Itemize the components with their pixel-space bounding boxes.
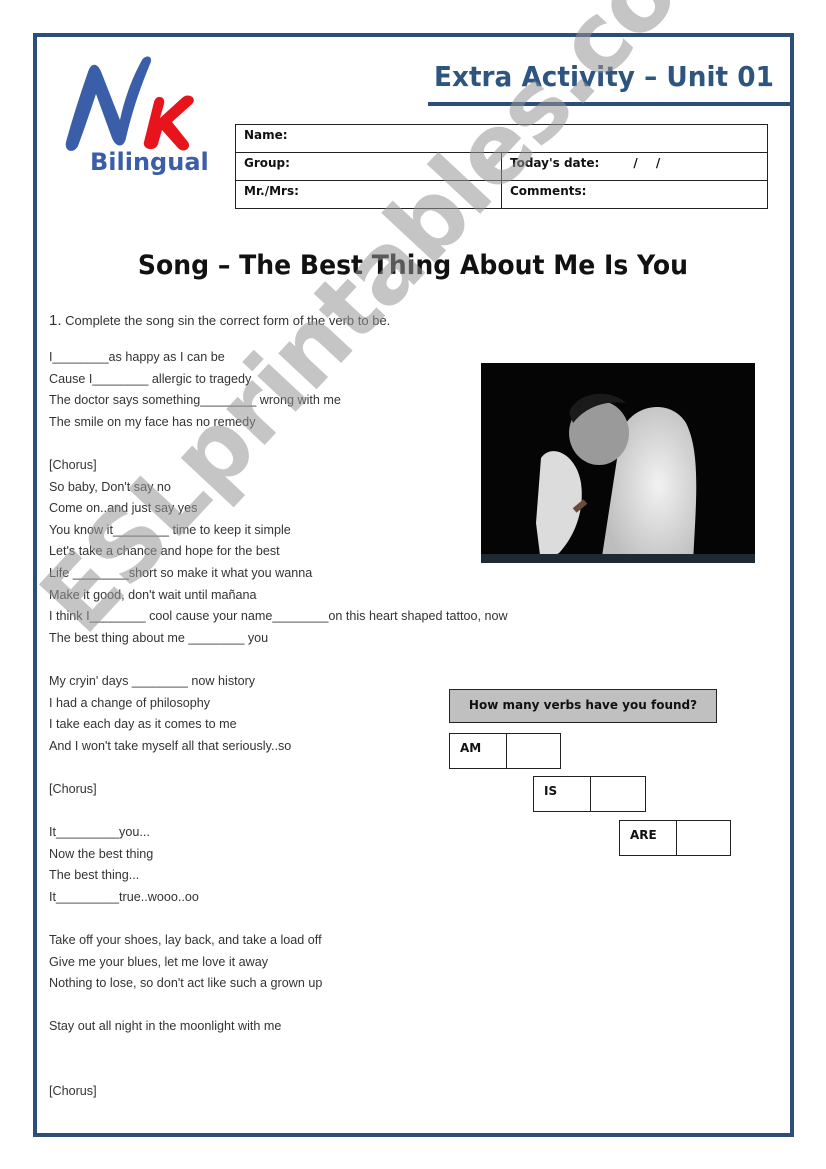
singer-photo [481,363,755,563]
comments-label: Comments: [510,184,587,198]
lyric-line: It_________true..wooo..oo [49,889,199,904]
verb-count-input[interactable] [591,777,645,811]
lyric-line: I had a change of philosophy [49,695,211,710]
date-field[interactable]: Today's date: / / [501,152,768,181]
lyric-line [49,757,508,779]
lyric-line: It_________you... [49,825,150,840]
lyric-line [49,995,508,1017]
photo-illustration [536,393,697,563]
comments-field[interactable]: Comments: [501,180,768,209]
verbs-count-question: How many verbs have you found? [449,689,717,723]
group-field[interactable]: Group: [235,152,502,181]
logo-letter-n [65,56,152,151]
lyric-line: Cause I________ allergic to tragedy [49,371,252,386]
lyric-line [49,1060,508,1082]
table-row: Name: [235,124,768,153]
lyric-line: [Chorus] [49,1084,97,1099]
lyric-line [49,433,508,455]
lyric-line [49,1038,508,1060]
logo-graphic: Bilingual [65,56,209,176]
lyric-line: Stay out all night in the moonlight with… [49,1019,282,1034]
lyric-line: Make it good, don't wait until mañana [49,587,257,602]
lyric-line: [Chorus] [49,457,97,472]
verb-count-are: ARE [619,820,731,856]
verb-count-input[interactable] [507,734,560,768]
date-value: / / [633,156,661,170]
lyric-line [49,649,508,671]
lyric-line: And I won't take myself all that serious… [49,738,292,753]
lyric-line: My cryin' days ________ now history [49,673,256,688]
lyric-line: The smile on my face has no remedy [49,414,256,429]
nk-bilingual-logo: Bilingual [58,50,209,180]
lyric-line: The best thing... [49,868,140,883]
verb-count-is: IS [533,776,646,812]
song-title: Song – The Best Thing About Me Is You [137,250,689,281]
lyric-line: You know it________ time to keep it simp… [49,522,291,537]
exercise-instruction: 1. Complete the song sin the correct for… [49,312,390,329]
teacher-label: Mr./Mrs: [244,184,299,198]
lyric-line: Now the best thing [49,846,154,861]
lyric-line: I think I________ cool cause your name__… [49,609,508,624]
verb-label: IS [534,777,591,811]
photo-bottom-strip [481,554,755,563]
teacher-field[interactable]: Mr./Mrs: [235,180,502,209]
lyric-line: The doctor says something________ wrong … [49,393,341,408]
lyric-line: I________as happy as I can be [49,350,225,364]
student-info-table: Name: Group: Today's date: / / Mr./Mrs: C… [235,124,768,209]
table-row: Group: Today's date: / / [235,152,768,181]
name-label: Name: [244,128,288,142]
lyric-line: [Chorus] [49,781,97,796]
lyric-line [49,908,508,930]
logo-subtitle: Bilingual [90,148,208,176]
title-underline [428,102,790,106]
verb-label: AM [450,734,507,768]
lyric-line: So baby, Don't say no [49,479,171,494]
verb-count-input[interactable] [677,821,730,855]
group-label: Group: [244,156,290,170]
lyric-line: The best thing about me ________ you [49,630,269,645]
date-label: Today's date: [510,156,600,170]
lyric-line [49,800,508,822]
lyric-line: I take each day as it comes to me [49,717,237,732]
name-field[interactable]: Name: [235,124,768,153]
instruction-text: Complete the song sin the correct form o… [61,313,391,328]
lyric-line: Life ________short so make it what you w… [49,565,313,580]
lyric-line: Take off your shoes, lay back, and take … [49,933,322,948]
lyric-line: Nothing to lose, so don't act like such … [49,976,323,991]
worksheet-title: Extra Activity – Unit 01 [434,60,774,93]
verb-count-am: AM [449,733,561,769]
exercise-number: 1. [49,312,62,329]
logo-letter-k [143,95,194,151]
lyric-line: Let's take a chance and hope for the bes… [49,544,280,559]
table-row: Mr./Mrs: Comments: [235,180,768,209]
verb-label: ARE [620,821,677,855]
lyric-line: Give me your blues, let me love it away [49,954,269,969]
song-lyrics: I________as happy as I can be Cause I____… [49,347,508,1103]
lyric-line: Come on..and just say yes [49,501,198,516]
